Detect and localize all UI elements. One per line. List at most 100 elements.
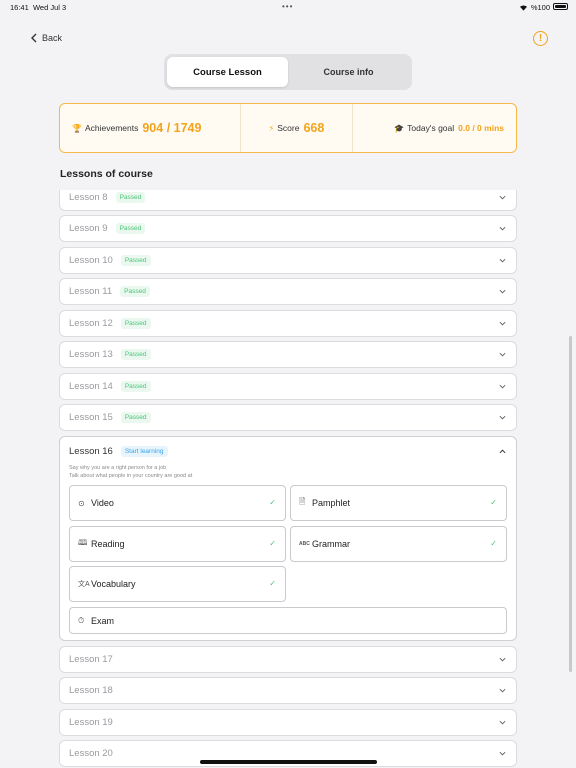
chevron-down-icon (499, 195, 506, 200)
item-label: Exam (91, 615, 115, 626)
lesson-row[interactable]: Lesson 12 Passed (59, 310, 517, 337)
tab-course-info[interactable]: Course info (288, 57, 409, 87)
info-icon[interactable]: ! (533, 31, 548, 46)
course-tabs: Course Lesson Course info (164, 54, 412, 90)
status-badge: Passed (115, 192, 146, 203)
document-icon: 🗎 (299, 497, 306, 506)
item-label: Video (91, 498, 114, 508)
lesson-name: Lesson 15 (69, 412, 113, 423)
status-badge: Passed (120, 255, 151, 266)
item-label: Vocabulary (91, 579, 136, 589)
lesson-name: Lesson 8 (69, 192, 108, 203)
status-time: 16:41 Wed Jul 3 (10, 3, 67, 12)
lesson-row[interactable]: Lesson 9 Passed (59, 215, 517, 242)
chevron-down-icon (499, 321, 506, 326)
score-stat: ⚡ Score 668 (241, 104, 353, 152)
lesson-row[interactable]: Lesson 19 (59, 709, 517, 736)
grammar-item[interactable]: ABC Grammar ✓ (290, 526, 507, 562)
lesson-name: Lesson 20 (69, 748, 113, 759)
lesson-row[interactable]: Lesson 17 (59, 646, 517, 673)
home-indicator[interactable] (200, 760, 377, 764)
play-circle-icon: ⊙ (78, 498, 85, 508)
lesson-name: Lesson 19 (69, 717, 113, 728)
pamphlet-item[interactable]: 🗎 Pamphlet ✓ (290, 485, 507, 521)
chevron-down-icon (499, 751, 506, 756)
reading-item[interactable]: 🕮 Reading ✓ (69, 526, 286, 562)
lesson-name: Lesson 13 (69, 349, 113, 360)
achievements-value: 904 / 1749 (142, 121, 202, 135)
lesson-header[interactable]: Lesson 16 Start learning (69, 446, 168, 457)
graduation-cap-icon: 🎓 (394, 123, 405, 133)
battery-icon (553, 3, 568, 10)
check-icon: ✓ (490, 498, 497, 507)
goal-value: 0.0 / 0 mins (458, 123, 504, 133)
lesson-name: Lesson 11 (69, 286, 113, 297)
status-badge: Passed (120, 412, 151, 423)
score-value: 668 (303, 121, 325, 135)
back-button[interactable]: Back (30, 33, 62, 43)
lesson-row[interactable]: Lesson 10 Passed (59, 247, 517, 274)
status-badge: Passed (115, 223, 146, 234)
lesson-name: Lesson 10 (69, 255, 113, 266)
goal-stat: 🎓 Today's goal 0.0 / 0 mins (353, 104, 516, 152)
lesson-row[interactable]: Lesson 13 Passed (59, 341, 517, 368)
status-bar: 16:41 Wed Jul 3 ••• %100 (0, 0, 576, 14)
chevron-down-icon (499, 415, 506, 420)
status-indicators: %100 (519, 3, 550, 12)
multitasking-dots-icon[interactable]: ••• (282, 2, 293, 11)
check-icon: ✓ (269, 498, 276, 507)
video-item[interactable]: ⊙ Video ✓ (69, 485, 286, 521)
lesson-row[interactable]: Lesson 18 (59, 677, 517, 704)
stopwatch-icon: ⏱ (78, 615, 85, 625)
chevron-down-icon (499, 688, 506, 693)
description-line: Say why you are a right person for a job (69, 465, 167, 471)
lessons-title: Lessons of course (60, 168, 153, 180)
translate-icon: 文A (78, 581, 90, 588)
item-label: Reading (91, 539, 125, 549)
back-label: Back (42, 33, 63, 43)
lesson-row[interactable]: Lesson 8 Passed (59, 190, 517, 211)
status-badge: Passed (120, 286, 150, 297)
description-line: Talk about what people in your country a… (69, 473, 193, 479)
chevron-up-icon[interactable] (499, 448, 506, 455)
achievements-stat: 🏆 Achievements 904 / 1749 (60, 104, 241, 152)
exam-item[interactable]: ⏱ Exam (69, 607, 507, 634)
item-label: Grammar (312, 539, 350, 549)
lesson-row[interactable]: Lesson 14 Passed (59, 373, 517, 400)
trophy-icon: 🏆 (72, 123, 82, 133)
scrollbar[interactable] (569, 336, 572, 672)
goal-label: Today's goal (407, 123, 455, 133)
item-label: Pamphlet (312, 498, 351, 508)
check-icon: ✓ (269, 579, 276, 588)
book-icon: 🕮 (78, 538, 88, 547)
wifi-icon (519, 5, 527, 11)
chevron-down-icon (499, 720, 506, 725)
lesson-description: Say why you are a right person for a job… (69, 464, 192, 480)
chevron-down-icon (499, 289, 506, 294)
abc-icon: ABC (299, 541, 310, 547)
status-badge: Passed (120, 381, 151, 392)
tab-course-lesson[interactable]: Course Lesson (167, 57, 288, 87)
chevron-down-icon (499, 657, 506, 662)
lessons-list[interactable]: Lesson 8 Passed Lesson 9 Passed Lesson 1… (59, 190, 517, 768)
stats-card: 🏆 Achievements 904 / 1749 ⚡ Score 668 🎓 … (59, 103, 517, 153)
chevron-down-icon (499, 384, 506, 389)
lesson-name: Lesson 12 (69, 318, 113, 329)
lightning-icon: ⚡ (268, 123, 275, 133)
battery-percent: %100 (530, 3, 550, 12)
chevron-down-icon (499, 352, 506, 357)
check-icon: ✓ (490, 539, 497, 548)
lesson-name: Lesson 14 (69, 381, 113, 392)
lesson-name: Lesson 9 (69, 223, 108, 234)
chevron-down-icon (499, 258, 506, 263)
status-badge: Start learning (120, 446, 168, 457)
lesson-row[interactable]: Lesson 15 Passed (59, 404, 517, 431)
score-label: Score (277, 123, 300, 133)
chevron-left-icon (31, 33, 37, 43)
lesson-name: Lesson 16 (69, 446, 113, 457)
lesson-name: Lesson 18 (69, 685, 113, 696)
status-badge: Passed (120, 349, 151, 360)
vocabulary-item[interactable]: 文A Vocabulary ✓ (69, 566, 286, 602)
check-icon: ✓ (269, 539, 276, 548)
lesson-row[interactable]: Lesson 11 Passed (59, 278, 517, 305)
